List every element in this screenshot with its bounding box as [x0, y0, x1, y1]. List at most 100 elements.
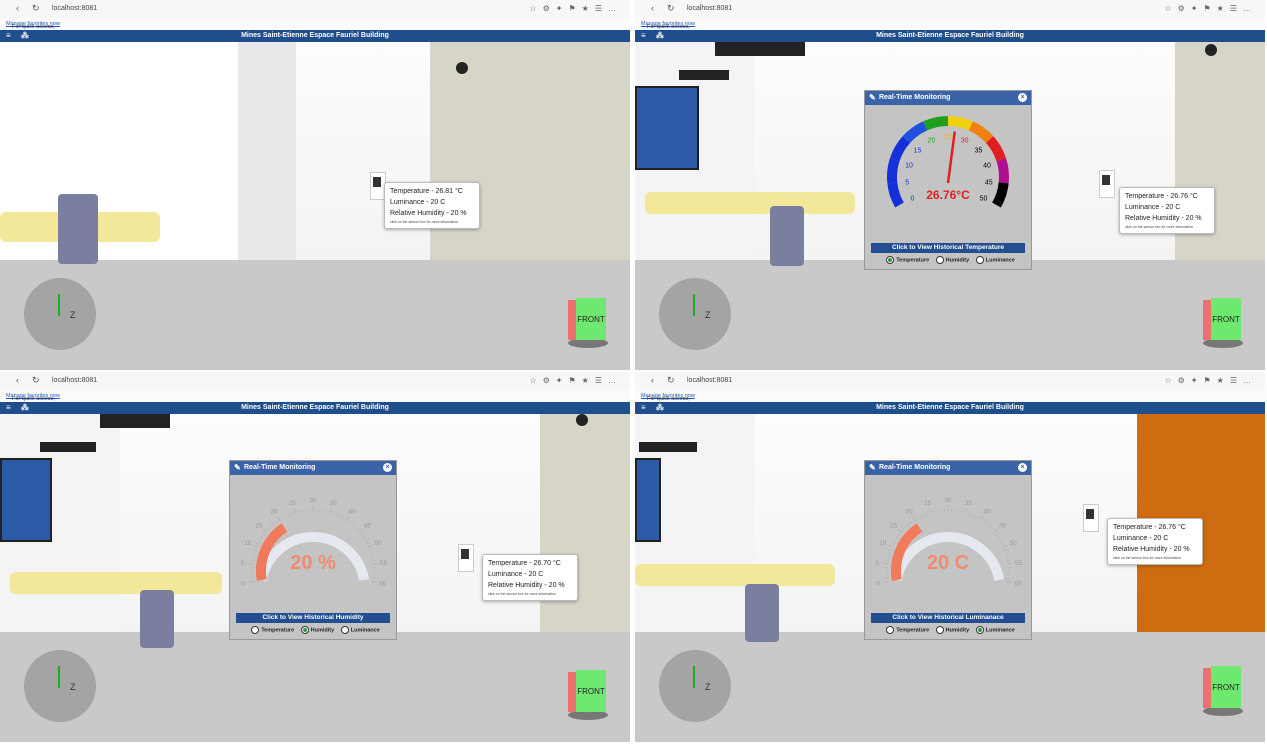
- historical-temperature-button[interactable]: Click to View Historical Temperature: [871, 243, 1025, 253]
- radio-temperature[interactable]: [886, 256, 895, 264]
- sensor-marker[interactable]: [456, 62, 468, 74]
- gauge-tick-35: 35: [330, 500, 338, 507]
- gauge-tick-45: 45: [999, 522, 1007, 529]
- gauge-minor-tick: [333, 512, 335, 515]
- gauge-minor-tick: [248, 581, 254, 583]
- quadrant-1: ‹ ↻ localhost:8081 ☆⚙✦⚑★☰… For quick acc…: [0, 0, 630, 370]
- sensor-marker[interactable]: [576, 414, 588, 426]
- gauge-minor-tick: [889, 549, 892, 551]
- radio-luminance[interactable]: [975, 256, 984, 264]
- close-icon[interactable]: ×: [1018, 463, 1027, 472]
- url-field[interactable]: localhost:8081: [687, 5, 732, 12]
- favorites-bar: For quick access, place your favorites h…: [0, 18, 630, 48]
- 3d-viewport[interactable]: Temperature - 26.70 °C Luminance - 20 C …: [0, 414, 630, 742]
- refresh-icon[interactable]: ↻: [32, 375, 40, 386]
- ceiling-lamp: [715, 42, 805, 56]
- 3d-viewport[interactable]: Temperature - 26.81 °C Luminance - 20 C …: [0, 42, 630, 370]
- gauge-minor-tick: [919, 515, 922, 518]
- close-icon[interactable]: ×: [383, 463, 392, 472]
- sensor-marker[interactable]: [1205, 44, 1217, 56]
- 3d-viewport[interactable]: Temperature - 26.76 °C Luminance - 20 C …: [635, 42, 1265, 370]
- gauge-minor-tick: [372, 581, 378, 583]
- gauge-minor-tick: [253, 552, 256, 555]
- gauge-minor-tick: [1002, 544, 1008, 548]
- close-icon[interactable]: ×: [1018, 93, 1027, 102]
- gauge-value: 26.76°C: [926, 188, 970, 202]
- radio-luminance[interactable]: [340, 626, 349, 634]
- historical-humidity-button[interactable]: Click to View Historical Humidity: [236, 613, 390, 623]
- radio-humidity[interactable]: [300, 626, 309, 634]
- gauge-tick-5: 5: [905, 179, 909, 186]
- gauge-minor-tick: [883, 563, 889, 565]
- gauge-value: 20 C: [927, 552, 969, 574]
- gauge-minor-tick: [261, 536, 264, 539]
- historical-luminance-button[interactable]: Click to View Historical Luminanace: [871, 613, 1025, 623]
- monitoring-panel: ✎ Real-Time Monitoring × 0 5 10 15 20 25 30 35 4…: [864, 90, 1032, 270]
- gauge-minor-tick: [1004, 549, 1007, 551]
- gauge-band-25: [947, 116, 973, 131]
- back-icon[interactable]: ‹: [16, 3, 19, 13]
- gauge-minor-tick: [248, 563, 254, 565]
- radio-humidity[interactable]: [935, 256, 944, 264]
- sensor-tooltip: Temperature - 26.81 °C Luminance - 20 C …: [384, 182, 480, 229]
- back-icon[interactable]: ‹: [16, 375, 19, 385]
- gauge-tick-15: 15: [890, 522, 898, 529]
- panel-header: ✎ Real-Time Monitoring ×: [865, 461, 1031, 475]
- browser-toolbar-icons[interactable]: ☆⚙✦⚑★☰…: [1164, 4, 1257, 13]
- gauge-minor-tick: [275, 521, 278, 524]
- view-cube[interactable]: FRONT: [568, 670, 608, 720]
- url-field[interactable]: localhost:8081: [52, 377, 97, 384]
- gauge-minor-tick: [272, 523, 275, 526]
- 3d-viewport[interactable]: Temperature - 26.76 °C Luminance - 20 C …: [635, 414, 1265, 742]
- radio-temperature[interactable]: [886, 626, 895, 634]
- app-titlebar: ≡ ⁂ Mines Saint-Etienne Espace Fauriel B…: [0, 30, 630, 42]
- gauge-minor-tick: [351, 523, 354, 526]
- gauge-minor-tick: [999, 539, 1002, 542]
- refresh-icon[interactable]: ↻: [667, 375, 675, 386]
- humidity-gauge: 0 5 10 15 20 25 30 35 40 45 50 55 60 20 %: [241, 497, 388, 587]
- browser-toolbar-icons[interactable]: ☆⚙✦⚑★☰…: [529, 4, 622, 13]
- gauge-minor-tick: [358, 528, 363, 533]
- gauge-minor-tick: [366, 542, 369, 545]
- refresh-icon[interactable]: ↻: [32, 3, 40, 14]
- radio-label-temperature: Temperature: [896, 257, 930, 264]
- gauge-minor-tick: [1007, 581, 1013, 583]
- radio-label-temperature: Temperature: [261, 627, 295, 634]
- view-cube-front[interactable]: FRONT: [1211, 298, 1241, 340]
- back-icon[interactable]: ‹: [651, 375, 654, 385]
- axis-gizmo: Z: [659, 278, 731, 350]
- sensor-box[interactable]: [1083, 504, 1099, 532]
- browser-address-bar: ‹ ↻ localhost:8081 ☆⚙✦⚑★☰…: [635, 372, 1265, 391]
- gauge-minor-tick: [263, 528, 268, 533]
- temperature-gauge: 0510152025303540455026.76°C: [887, 116, 1009, 237]
- sensor-box[interactable]: [458, 544, 474, 572]
- view-cube-front[interactable]: FRONT: [576, 670, 606, 712]
- browser-toolbar-icons[interactable]: ☆⚙✦⚑★☰…: [1164, 376, 1257, 385]
- radio-luminance[interactable]: [975, 626, 984, 634]
- radio-temperature[interactable]: [251, 626, 260, 634]
- refresh-icon[interactable]: ↻: [667, 3, 675, 14]
- browser-toolbar-icons[interactable]: ☆⚙✦⚑★☰…: [529, 376, 622, 385]
- back-icon[interactable]: ‹: [651, 3, 654, 13]
- gauge-tick-30: 30: [961, 138, 969, 145]
- favorites-bar: For quick access, place your favorites h…: [0, 390, 630, 420]
- desk: [635, 564, 835, 586]
- gauge-minor-tick: [977, 517, 980, 520]
- app-titlebar: ≡ ⁂ Mines Saint-Etienne Espace Fauriel B…: [635, 30, 1265, 42]
- gauge-minor-tick: [257, 542, 260, 545]
- sensor-box[interactable]: [1099, 170, 1115, 198]
- gauge-tick-55: 55: [380, 560, 388, 567]
- gauge-minor-tick: [291, 512, 293, 515]
- view-cube[interactable]: FRONT: [568, 298, 608, 348]
- quadrant-3: ‹ ↻ localhost:8081 ☆⚙✦⚑★☰… For quick acc…: [0, 372, 630, 742]
- url-field[interactable]: localhost:8081: [687, 377, 732, 384]
- radio-humidity[interactable]: [935, 626, 944, 634]
- view-cube-front[interactable]: FRONT: [1211, 666, 1241, 708]
- radio-label-humidity: Humidity: [945, 257, 970, 264]
- view-cube[interactable]: FRONT: [1203, 298, 1243, 348]
- url-field[interactable]: localhost:8081: [52, 5, 97, 12]
- view-cube-front[interactable]: FRONT: [576, 298, 606, 340]
- gauge-minor-tick: [263, 533, 266, 536]
- app-title: Mines Saint-Etienne Espace Fauriel Build…: [876, 32, 1024, 39]
- view-cube[interactable]: FRONT: [1203, 666, 1243, 716]
